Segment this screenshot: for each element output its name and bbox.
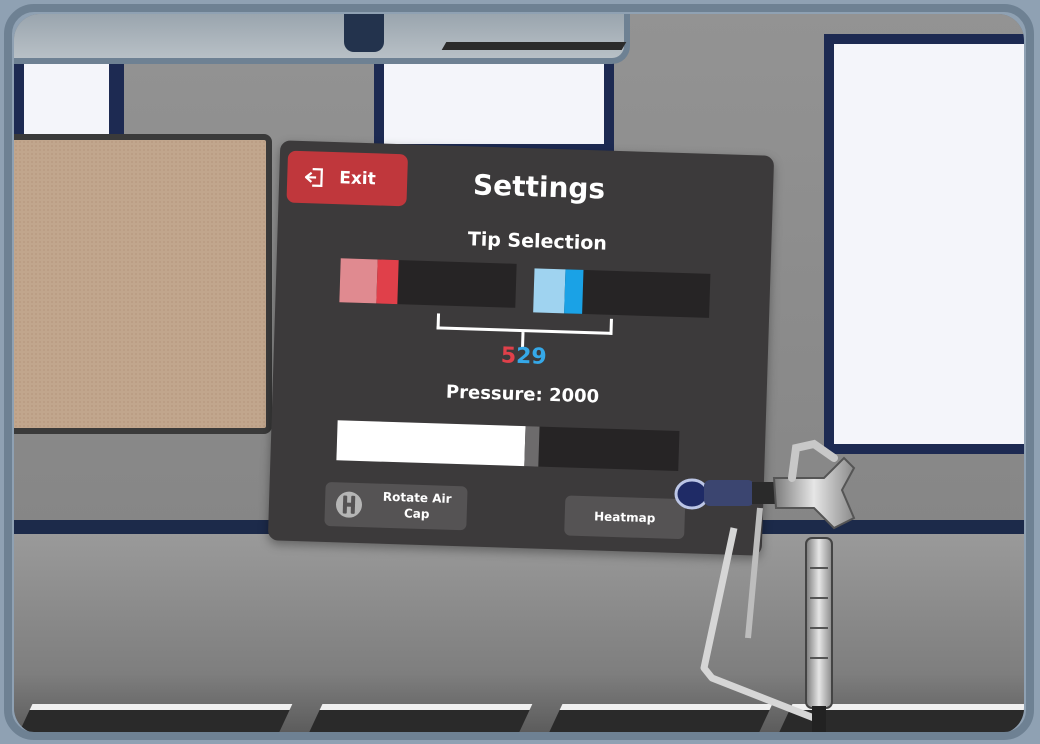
heatmap-label: Heatmap	[593, 509, 656, 526]
tip-value-first-digit: 5	[500, 343, 517, 369]
pressure-slider-fill	[336, 420, 526, 467]
exit-label: Exit	[338, 168, 377, 190]
rotate-air-cap-label: Rotate Air Cap	[382, 489, 452, 522]
tip-slider-right[interactable]	[533, 268, 711, 318]
overlay-mirror-view	[14, 14, 630, 64]
tip-value: 529	[473, 343, 574, 371]
tip-slider-right-handle[interactable]	[564, 269, 584, 314]
floor-grate	[305, 704, 533, 734]
pressure-label: Pressure: 2000	[445, 381, 600, 408]
tip-slider-left-fill	[339, 258, 378, 304]
tip-slider-left[interactable]	[339, 258, 517, 308]
panel-title: Settings	[472, 168, 606, 206]
tip-slider-right-fill	[533, 268, 566, 314]
tip-bracket	[436, 313, 613, 335]
tip-value-rest-digits: 29	[515, 343, 548, 370]
tip-slider-left-handle[interactable]	[376, 259, 399, 305]
corkboard	[14, 134, 272, 434]
exit-door-icon	[304, 168, 323, 188]
mirror-object	[344, 14, 384, 52]
rotate-air-cap-button[interactable]: Rotate Air Cap	[324, 481, 468, 531]
spray-gun[interactable]	[664, 438, 904, 734]
booth-window-right	[824, 34, 1024, 454]
window-post	[109, 54, 123, 144]
tip-selection-label: Tip Selection	[467, 228, 608, 255]
vr-scene: Exit Settings Tip Selection 529 Pressure…	[14, 14, 1024, 734]
mirror-stripe	[441, 42, 627, 50]
exit-button[interactable]: Exit	[286, 150, 409, 207]
booth-window-left	[14, 54, 124, 144]
pressure-slider-handle[interactable]	[524, 426, 540, 467]
pressure-slider[interactable]	[336, 420, 680, 471]
floor-grate	[15, 704, 293, 734]
air-cap-icon	[335, 491, 362, 518]
